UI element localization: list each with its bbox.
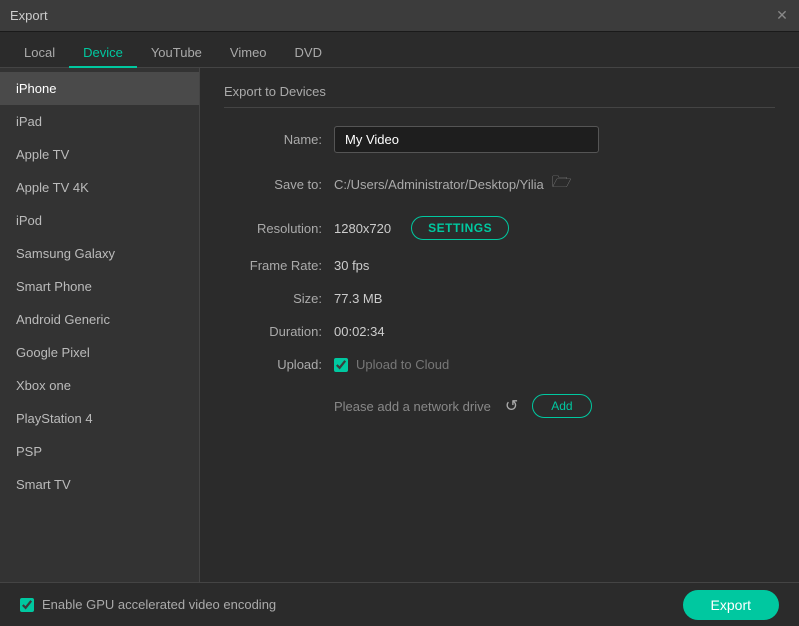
- export-button[interactable]: Export: [683, 590, 779, 620]
- gpu-label: Enable GPU accelerated video encoding: [42, 597, 276, 612]
- sidebar-item-google-pixel[interactable]: Google Pixel: [0, 336, 199, 369]
- add-button[interactable]: Add: [532, 394, 591, 418]
- duration-value: 00:02:34: [334, 324, 385, 339]
- frame-rate-label: Frame Rate:: [224, 258, 334, 273]
- sidebar-item-ipod[interactable]: iPod: [0, 204, 199, 237]
- save-to-label: Save to:: [224, 177, 334, 192]
- tab-youtube[interactable]: YouTube: [137, 39, 216, 68]
- save-to-row: Save to: C:/Users/Administrator/Desktop/…: [224, 171, 775, 198]
- tab-vimeo[interactable]: Vimeo: [216, 39, 281, 68]
- main-panel: Export to Devices Name: Save to: C:/User…: [200, 68, 799, 582]
- tab-bar: Local Device YouTube Vimeo DVD: [0, 32, 799, 68]
- frame-rate-row: Frame Rate: 30 fps: [224, 258, 775, 273]
- title-bar: Export ✕: [0, 0, 799, 32]
- sidebar-item-android-generic[interactable]: Android Generic: [0, 303, 199, 336]
- sidebar-item-iphone[interactable]: iPhone: [0, 72, 199, 105]
- sidebar-item-psp[interactable]: PSP: [0, 435, 199, 468]
- tab-dvd[interactable]: DVD: [281, 39, 336, 68]
- gpu-row: Enable GPU accelerated video encoding: [20, 597, 276, 612]
- upload-row: Upload: Upload to Cloud: [224, 357, 775, 372]
- sidebar-item-smart-tv[interactable]: Smart TV: [0, 468, 199, 501]
- refresh-button[interactable]: ↺: [503, 394, 520, 418]
- frame-rate-value: 30 fps: [334, 258, 369, 273]
- bottom-bar: Enable GPU accelerated video encoding Ex…: [0, 582, 799, 626]
- content-area: iPhone iPad Apple TV Apple TV 4K iPod Sa…: [0, 68, 799, 582]
- duration-label: Duration:: [224, 324, 334, 339]
- name-input[interactable]: [334, 126, 599, 153]
- save-path-text: C:/Users/Administrator/Desktop/Yilia: [334, 177, 544, 192]
- upload-cloud-checkbox[interactable]: [334, 358, 348, 372]
- resolution-label: Resolution:: [224, 221, 334, 236]
- resolution-row: Resolution: 1280x720 SETTINGS: [224, 216, 775, 240]
- name-row: Name:: [224, 126, 775, 153]
- sidebar-item-apple-tv[interactable]: Apple TV: [0, 138, 199, 171]
- path-row: C:/Users/Administrator/Desktop/Yilia 🗁: [334, 171, 572, 198]
- upload-cloud-row: Upload to Cloud: [334, 357, 449, 372]
- gpu-checkbox[interactable]: [20, 598, 34, 612]
- sidebar-item-playstation-4[interactable]: PlayStation 4: [0, 402, 199, 435]
- upload-cloud-label: Upload to Cloud: [356, 357, 449, 372]
- resolution-value: 1280x720: [334, 221, 391, 236]
- size-label: Size:: [224, 291, 334, 306]
- device-sidebar: iPhone iPad Apple TV Apple TV 4K iPod Sa…: [0, 68, 200, 582]
- close-button[interactable]: ✕: [775, 9, 789, 23]
- tab-local[interactable]: Local: [10, 39, 69, 68]
- sidebar-item-ipad[interactable]: iPad: [0, 105, 199, 138]
- section-title: Export to Devices: [224, 84, 775, 108]
- upload-label: Upload:: [224, 357, 334, 372]
- size-value: 77.3 MB: [334, 291, 382, 306]
- sidebar-item-samsung-galaxy[interactable]: Samsung Galaxy: [0, 237, 199, 270]
- folder-icon[interactable]: 🗁: [552, 171, 572, 198]
- size-row: Size: 77.3 MB: [224, 291, 775, 306]
- sidebar-item-smart-phone[interactable]: Smart Phone: [0, 270, 199, 303]
- network-drive-row: Please add a network drive ↺ Add: [334, 394, 775, 418]
- sidebar-item-xbox-one[interactable]: Xbox one: [0, 369, 199, 402]
- sidebar-item-apple-tv-4k[interactable]: Apple TV 4K: [0, 171, 199, 204]
- export-window: Export ✕ Local Device YouTube Vimeo DVD …: [0, 0, 799, 626]
- duration-row: Duration: 00:02:34: [224, 324, 775, 339]
- window-title: Export: [10, 8, 48, 23]
- name-label: Name:: [224, 132, 334, 147]
- settings-button[interactable]: SETTINGS: [411, 216, 509, 240]
- network-drive-text: Please add a network drive: [334, 399, 491, 414]
- tab-device[interactable]: Device: [69, 39, 137, 68]
